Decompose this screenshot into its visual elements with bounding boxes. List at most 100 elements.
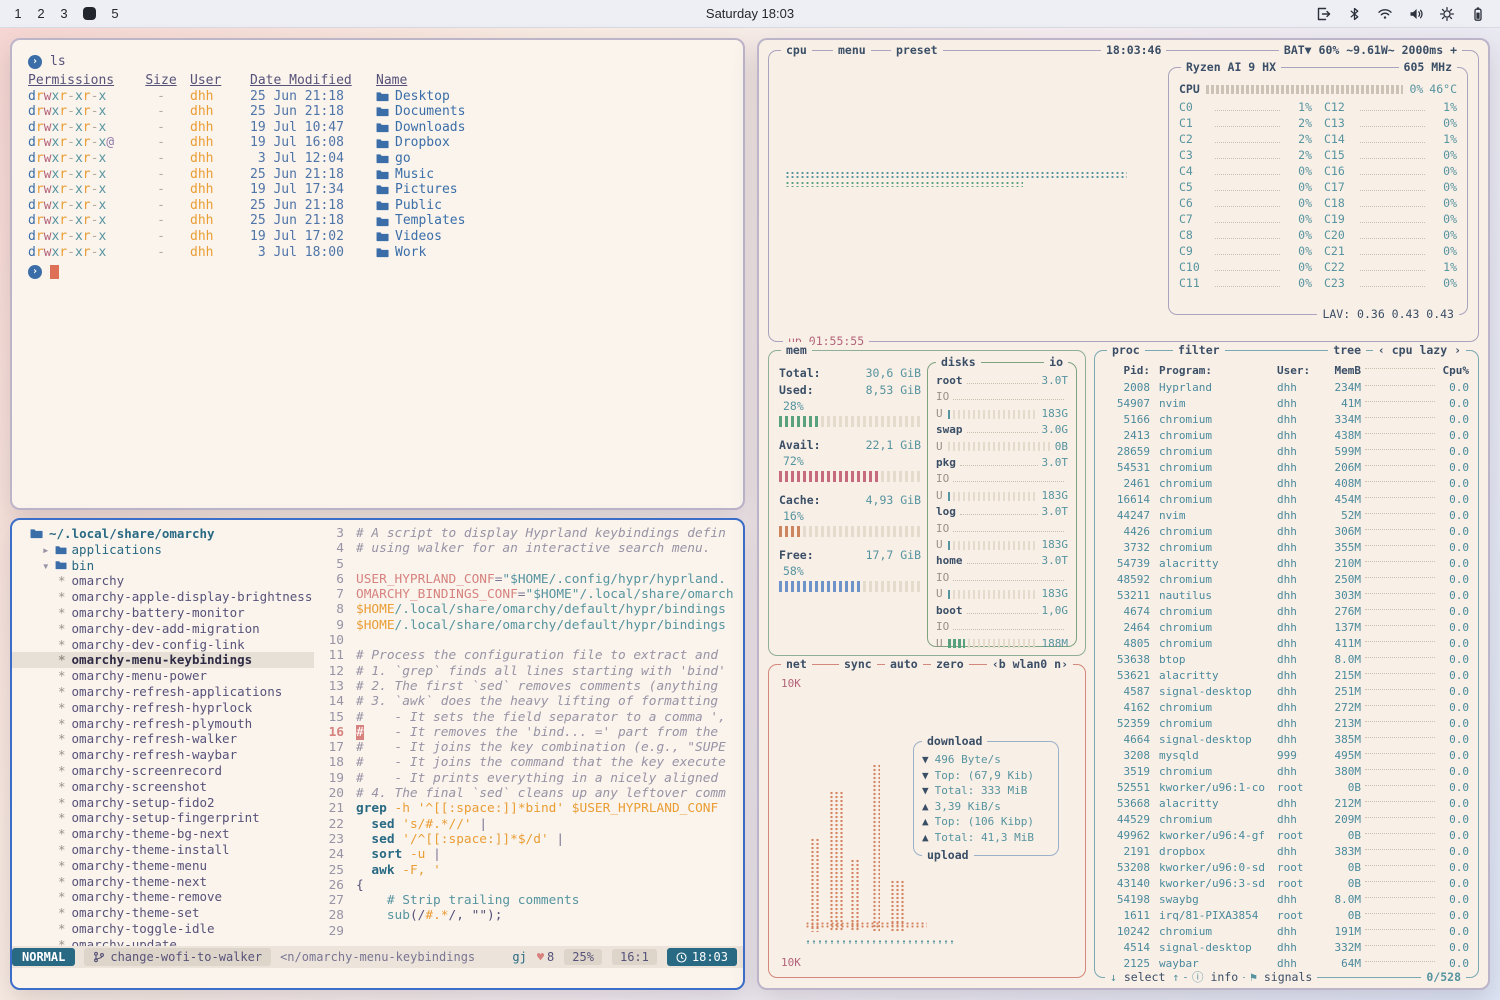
tree-item[interactable]: *omarchy-theme-bg-next: [12, 826, 314, 842]
process-row[interactable]: 44529 chromium dhh 209M 0.0: [1095, 811, 1478, 827]
process-row[interactable]: 4587 signal-desktop dhh 251M 0.0: [1095, 683, 1478, 699]
process-row[interactable]: 16614 chromium dhh 454M 0.0: [1095, 491, 1478, 507]
tree-item[interactable]: *omarchy-setup-fido2: [12, 795, 314, 811]
proc-header-program[interactable]: Program:: [1159, 364, 1277, 377]
workspace-item[interactable]: 3: [60, 6, 68, 21]
tree-item[interactable]: *omarchy-refresh-walker: [12, 731, 314, 747]
tree-item[interactable]: *omarchy-screenshot: [12, 779, 314, 795]
proc-header-pid[interactable]: Pid:: [1104, 364, 1159, 377]
tree-item[interactable]: *omarchy-setup-fingerprint: [12, 810, 314, 826]
workspace-item[interactable]: 1: [14, 6, 22, 21]
tree-item[interactable]: *omarchy-dev-add-migration: [12, 621, 314, 637]
proc-header-user[interactable]: User:: [1277, 364, 1319, 377]
tree-item[interactable]: *omarchy-toggle-idle: [12, 921, 314, 937]
btop-window[interactable]: cpu menu preset 18:03:46 BAT▼ 60% ~9.61W…: [757, 38, 1490, 990]
tree-root[interactable]: ~/.local/share/omarchy: [12, 526, 314, 542]
tree-item[interactable]: *omarchy-menu-power: [12, 668, 314, 684]
tree-item[interactable]: *omarchy-refresh-waybar: [12, 747, 314, 763]
signals-button[interactable]: ⚑ signals: [1245, 969, 1317, 986]
tree-item[interactable]: *omarchy-refresh-plymouth: [12, 716, 314, 732]
process-row[interactable]: 53668 alacritty dhh 212M 0.0: [1095, 795, 1478, 811]
process-row[interactable]: 28659 chromium dhh 599M 0.0: [1095, 443, 1478, 459]
process-row[interactable]: 1611 irq/81-PIXA3854 root 0B 0.0: [1095, 907, 1478, 923]
process-row[interactable]: 4664 signal-desktop dhh 385M 0.0: [1095, 731, 1478, 747]
info-button[interactable]: ⓘ info: [1187, 969, 1243, 986]
bluetooth-icon[interactable]: [1346, 6, 1362, 22]
net-tab-auto[interactable]: auto: [885, 656, 923, 673]
process-row[interactable]: 4514 signal-desktop dhh 332M 0.0: [1095, 939, 1478, 955]
editor-pane[interactable]: 3 # A script to display Hyprland keybind…: [314, 526, 743, 946]
net-box-title[interactable]: net: [781, 656, 812, 673]
tree-item[interactable]: *omarchy: [12, 573, 314, 589]
net-tab-zero[interactable]: zero: [931, 656, 969, 673]
sort-selector[interactable]: ‹ cpu lazy ›: [1373, 342, 1466, 359]
process-row[interactable]: 2413 chromium dhh 438M 0.0: [1095, 427, 1478, 443]
tree-item[interactable]: *omarchy-screenrecord: [12, 763, 314, 779]
wifi-icon[interactable]: [1377, 6, 1393, 22]
select-buttons[interactable]: ↓ select ↑: [1105, 969, 1184, 986]
filter-button[interactable]: filter: [1173, 342, 1225, 359]
process-row[interactable]: 54907 nvim dhh 41M 0.0: [1095, 395, 1478, 411]
tree-toggle[interactable]: tree: [1328, 342, 1366, 359]
process-row[interactable]: 2461 chromium dhh 408M 0.0: [1095, 475, 1478, 491]
net-tab-sync[interactable]: sync: [839, 656, 877, 673]
workspace-item[interactable]: [83, 7, 96, 20]
tree-item[interactable]: *omarchy-apple-display-brightness: [12, 589, 314, 605]
tree-item[interactable]: *omarchy-menu-keybindings: [12, 652, 314, 668]
process-row[interactable]: 3519 chromium dhh 380M 0.0: [1095, 763, 1478, 779]
tree-item[interactable]: *omarchy-update: [12, 937, 314, 946]
neovim-window[interactable]: ~/.local/share/omarchy ▸ applications ▾: [10, 518, 745, 990]
process-row[interactable]: 43140 kworker/u96:3-sd root 0B 0.0: [1095, 875, 1478, 891]
process-row[interactable]: 2008 Hyprland dhh 234M 0.0: [1095, 379, 1478, 395]
cpu-box-title[interactable]: cpu: [781, 42, 812, 59]
process-row[interactable]: 2191 dropbox dhh 383M 0.0: [1095, 843, 1478, 859]
tree-item[interactable]: *omarchy-theme-remove: [12, 889, 314, 905]
tree-item[interactable]: *omarchy-theme-next: [12, 874, 314, 890]
preset-button[interactable]: preset: [891, 42, 943, 59]
process-row[interactable]: 10242 chromium dhh 191M 0.0: [1095, 923, 1478, 939]
process-row[interactable]: 2464 chromium dhh 137M 0.0: [1095, 619, 1478, 635]
settings-icon[interactable]: [1439, 6, 1455, 22]
process-row[interactable]: 48592 chromium dhh 250M 0.0: [1095, 571, 1478, 587]
disks-title[interactable]: disks: [936, 354, 981, 371]
proc-box-title[interactable]: proc: [1107, 342, 1145, 359]
menu-button[interactable]: menu: [833, 42, 871, 59]
process-row[interactable]: 53638 btop dhh 8.0M 0.0: [1095, 651, 1478, 667]
net-interface[interactable]: ‹b wlan0 n›: [987, 656, 1073, 673]
process-row[interactable]: 52551 kworker/u96:1-co root 0B 0.0: [1095, 779, 1478, 795]
tree-item[interactable]: *omarchy-dev-config-link: [12, 637, 314, 653]
process-row[interactable]: 4426 chromium dhh 306M 0.0: [1095, 523, 1478, 539]
tree-directory[interactable]: ▾ bin: [12, 558, 314, 574]
logout-icon[interactable]: [1315, 6, 1331, 22]
proc-header-mem[interactable]: MemB: [1319, 364, 1361, 377]
process-row[interactable]: 49962 kworker/u96:4-gf root 0B 0.0: [1095, 827, 1478, 843]
workspace-item[interactable]: 2: [37, 6, 45, 21]
process-row[interactable]: 3208 mysqld 999 495M 0.0: [1095, 747, 1478, 763]
tree-item[interactable]: *omarchy-theme-menu: [12, 858, 314, 874]
process-row[interactable]: 4805 chromium dhh 411M 0.0: [1095, 635, 1478, 651]
process-row[interactable]: 53621 alacritty dhh 215M 0.0: [1095, 667, 1478, 683]
io-tab[interactable]: io: [1044, 354, 1068, 371]
terminal-window[interactable]: › ls Permissions Size User Date Modified…: [10, 38, 745, 510]
tree-item[interactable]: *omarchy-refresh-applications: [12, 684, 314, 700]
process-row[interactable]: 54739 alacritty dhh 210M 0.0: [1095, 555, 1478, 571]
process-row[interactable]: 44247 nvim dhh 52M 0.0: [1095, 507, 1478, 523]
tree-item[interactable]: *omarchy-battery-monitor: [12, 605, 314, 621]
volume-icon[interactable]: [1408, 6, 1424, 22]
process-row[interactable]: 4162 chromium dhh 272M 0.0: [1095, 699, 1478, 715]
shell-prompt-row-active[interactable]: ›: [28, 262, 727, 281]
tree-item[interactable]: *omarchy-theme-install: [12, 842, 314, 858]
process-row[interactable]: 54198 swaybg dhh 8.0M 0.0: [1095, 891, 1478, 907]
process-row[interactable]: 54531 chromium dhh 206M 0.0: [1095, 459, 1478, 475]
process-row[interactable]: 3732 chromium dhh 355M 0.0: [1095, 539, 1478, 555]
process-row[interactable]: 53211 nautilus dhh 303M 0.0: [1095, 587, 1478, 603]
tree-directory[interactable]: ▸ applications: [12, 542, 314, 558]
proc-header-cpu[interactable]: Cpu%: [1439, 364, 1469, 377]
tree-item[interactable]: *omarchy-refresh-hyprlock: [12, 700, 314, 716]
workspace-item[interactable]: 5: [111, 6, 119, 21]
process-row[interactable]: 52359 chromium dhh 213M 0.0: [1095, 715, 1478, 731]
battery-icon[interactable]: [1470, 6, 1486, 22]
mem-box-title[interactable]: mem: [781, 342, 812, 359]
tree-item[interactable]: *omarchy-theme-set: [12, 905, 314, 921]
process-row[interactable]: 5166 chromium dhh 334M 0.0: [1095, 411, 1478, 427]
